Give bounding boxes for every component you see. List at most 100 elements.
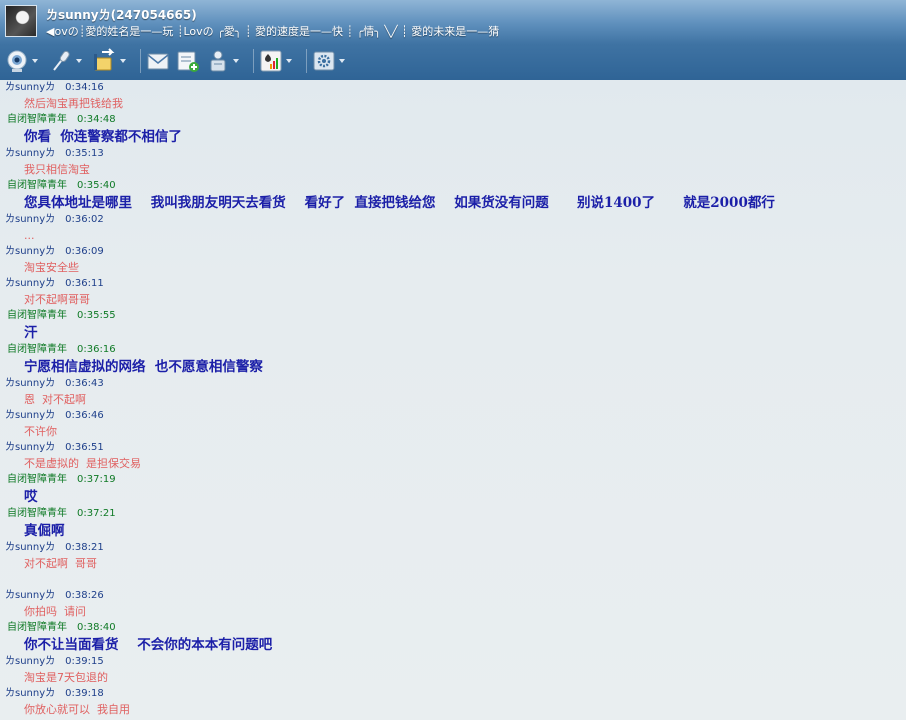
chat-message: 自闭智障青年 0:37:19 哎 xyxy=(0,472,906,506)
message-sender[interactable]: ㄌsunnyㄌ xyxy=(5,442,55,453)
message-sender[interactable]: ㄌsunnyㄌ xyxy=(5,278,55,289)
chevron-down-icon[interactable] xyxy=(286,59,292,63)
message-sender[interactable]: 自闭智障青年 xyxy=(7,310,67,321)
message-text: 我只相信淘宝 xyxy=(24,163,90,176)
toolbar-divider xyxy=(253,49,254,73)
message-sender[interactable]: ㄌsunnyㄌ xyxy=(5,688,55,699)
message-time: 0:35:40 xyxy=(77,180,116,191)
message-time: 0:38:40 xyxy=(77,622,116,633)
message-sender[interactable]: 自闭智障青年 xyxy=(7,622,67,633)
message-time: 0:34:48 xyxy=(77,114,116,125)
message-header: ㄌsunnyㄌ 0:39:15 xyxy=(0,654,906,670)
message-text: 淘宝安全些 xyxy=(24,261,79,274)
chat-message: 自闭智障青年 0:35:55 汗 xyxy=(0,308,906,342)
video-call-button[interactable] xyxy=(4,46,44,76)
toolbar-divider xyxy=(306,49,307,73)
chat-window-header: ㄌsunnyㄌ(247054665) ◀ovの┊愛的姓名是一—玩 ┊Lovの ╭… xyxy=(0,0,906,80)
message-header: 自闭智障青年 0:37:21 xyxy=(0,506,906,522)
toolbar-divider xyxy=(140,49,141,73)
message-header: 自闭智障青年 0:38:40 xyxy=(0,620,906,636)
chevron-down-icon[interactable] xyxy=(76,59,82,63)
chat-message: ㄌsunnyㄌ 0:36:09 淘宝安全些 xyxy=(0,244,906,276)
chat-message: ㄌsunnyㄌ 0:36:11 对不起啊哥哥 xyxy=(0,276,906,308)
message-header: ㄌsunnyㄌ 0:36:02 xyxy=(0,212,906,228)
chat-message: ㄌsunnyㄌ 0:36:51 不是虚拟的 是担保交易 xyxy=(0,440,906,472)
message-text: 淘宝是7天包退的 xyxy=(24,671,108,684)
message-header: 自闭智障青年 0:37:19 xyxy=(0,472,906,488)
message-sender[interactable]: ㄌsunnyㄌ xyxy=(5,214,55,225)
message-sender[interactable]: ㄌsunnyㄌ xyxy=(5,590,55,601)
file-transfer-icon xyxy=(92,48,118,74)
message-sender[interactable]: 自闭智障青年 xyxy=(7,474,67,485)
chat-toolbar xyxy=(4,44,904,78)
message-sender[interactable]: ㄌsunnyㄌ xyxy=(5,378,55,389)
apps-button[interactable] xyxy=(258,46,298,76)
message-header: ㄌsunnyㄌ 0:36:51 xyxy=(0,440,906,456)
message-time: 0:36:43 xyxy=(65,378,104,389)
message-header: 自闭智障青年 0:35:55 xyxy=(0,308,906,324)
message-sender[interactable]: ㄌsunnyㄌ xyxy=(5,246,55,257)
message-sender[interactable]: 自闭智障青年 xyxy=(7,344,67,355)
chevron-down-icon[interactable] xyxy=(120,59,126,63)
voice-call-button[interactable] xyxy=(48,46,88,76)
message-sender[interactable]: ㄌsunnyㄌ xyxy=(5,410,55,421)
message-sender[interactable]: 自闭智障青年 xyxy=(7,114,67,125)
create-group-button[interactable] xyxy=(175,46,201,76)
contact-signature: ◀ovの┊愛的姓名是一—玩 ┊Lovの ╭愛╮ ┊ 愛的速度是一—快 ┊ ╭情╮… xyxy=(46,25,500,38)
message-header: ㄌsunnyㄌ 0:36:09 xyxy=(0,244,906,260)
message-sender[interactable]: ㄌsunnyㄌ xyxy=(5,542,55,553)
message-time: 0:36:11 xyxy=(65,278,104,289)
message-time: 0:39:18 xyxy=(65,688,104,699)
message-text: ... xyxy=(24,229,35,242)
message-text: 不是虚拟的 是担保交易 xyxy=(24,457,141,470)
message-sender[interactable]: 自闭智障青年 xyxy=(7,508,67,519)
message-time: 0:34:16 xyxy=(65,82,104,93)
message-sender[interactable]: ㄌsunnyㄌ xyxy=(5,148,55,159)
message-sender[interactable]: ㄌsunnyㄌ xyxy=(5,656,55,667)
message-header: ㄌsunnyㄌ 0:38:21 xyxy=(0,540,906,556)
message-time: 0:37:19 xyxy=(77,474,116,485)
contact-nickname: ㄌsunnyㄌ(247054665) xyxy=(46,8,197,22)
chat-message: ㄌsunnyㄌ 0:35:13 我只相信淘宝 xyxy=(0,146,906,178)
message-time: 0:36:16 xyxy=(77,344,116,355)
send-mail-button[interactable] xyxy=(145,46,171,76)
chevron-down-icon[interactable] xyxy=(32,59,38,63)
message-time: 0:37:21 xyxy=(77,508,116,519)
message-text: 你拍吗 请问 xyxy=(24,605,86,618)
avatar[interactable] xyxy=(5,5,37,37)
message-text: 您具体地址是哪里 我叫我朋友明天去看货 看好了 直接把钱给您 如果货没有问题 别… xyxy=(24,195,775,211)
message-text: 宁愿相信虚拟的网络 也不愿意相信警察 xyxy=(24,359,263,375)
send-file-button[interactable] xyxy=(92,46,132,76)
chevron-down-icon[interactable] xyxy=(233,59,239,63)
message-time: 0:35:55 xyxy=(77,310,116,321)
message-header: ㄌsunnyㄌ 0:36:43 xyxy=(0,376,906,392)
message-header: 自闭智障青年 0:35:40 xyxy=(0,178,906,194)
chat-message: ㄌsunnyㄌ 0:39:15 淘宝是7天包退的 xyxy=(0,654,906,686)
message-time: 0:38:26 xyxy=(65,590,104,601)
chat-message: ㄌsunnyㄌ 0:38:26 你拍吗 请问 xyxy=(0,588,906,620)
chat-history[interactable]: ㄌsunnyㄌ 0:34:16 然后淘宝再把钱给我 自闭智障青年 0:34:48 你看 你… xyxy=(0,80,906,720)
chevron-down-icon[interactable] xyxy=(339,59,345,63)
message-sender[interactable]: 自闭智障青年 xyxy=(7,180,67,191)
settings-icon xyxy=(311,48,337,74)
chat-message: 自闭智障青年 0:38:40 你不让当面看货 不会你的本本有问题吧 xyxy=(0,620,906,654)
settings-button[interactable] xyxy=(311,46,351,76)
message-header: ㄌsunnyㄌ 0:38:26 xyxy=(0,588,906,604)
message-text: 对不起啊 哥哥 xyxy=(24,557,97,570)
message-text: 你看 你连警察都不相信了 xyxy=(24,129,182,145)
message-text: 恩 对不起啊 xyxy=(24,393,86,406)
message-sender[interactable]: ㄌsunnyㄌ xyxy=(5,82,55,93)
camera-icon xyxy=(4,48,30,74)
message-header: ㄌsunnyㄌ 0:36:11 xyxy=(0,276,906,292)
apps-icon xyxy=(258,48,284,74)
message-text: 哎 xyxy=(24,489,38,505)
message-header: ㄌsunnyㄌ 0:36:46 xyxy=(0,408,906,424)
message-time: 0:36:51 xyxy=(65,442,104,453)
chat-message: ㄌsunnyㄌ 0:36:02... xyxy=(0,212,906,244)
chat-message: 自闭智障青年 0:36:16 宁愿相信虚拟的网络 也不愿意相信警察 xyxy=(0,342,906,376)
message-text: 汗 xyxy=(24,325,38,341)
remote-assist-button[interactable] xyxy=(205,46,245,76)
chat-message: ㄌsunnyㄌ 0:34:16 然后淘宝再把钱给我 xyxy=(0,80,906,112)
message-header: ㄌsunnyㄌ 0:35:13 xyxy=(0,146,906,162)
